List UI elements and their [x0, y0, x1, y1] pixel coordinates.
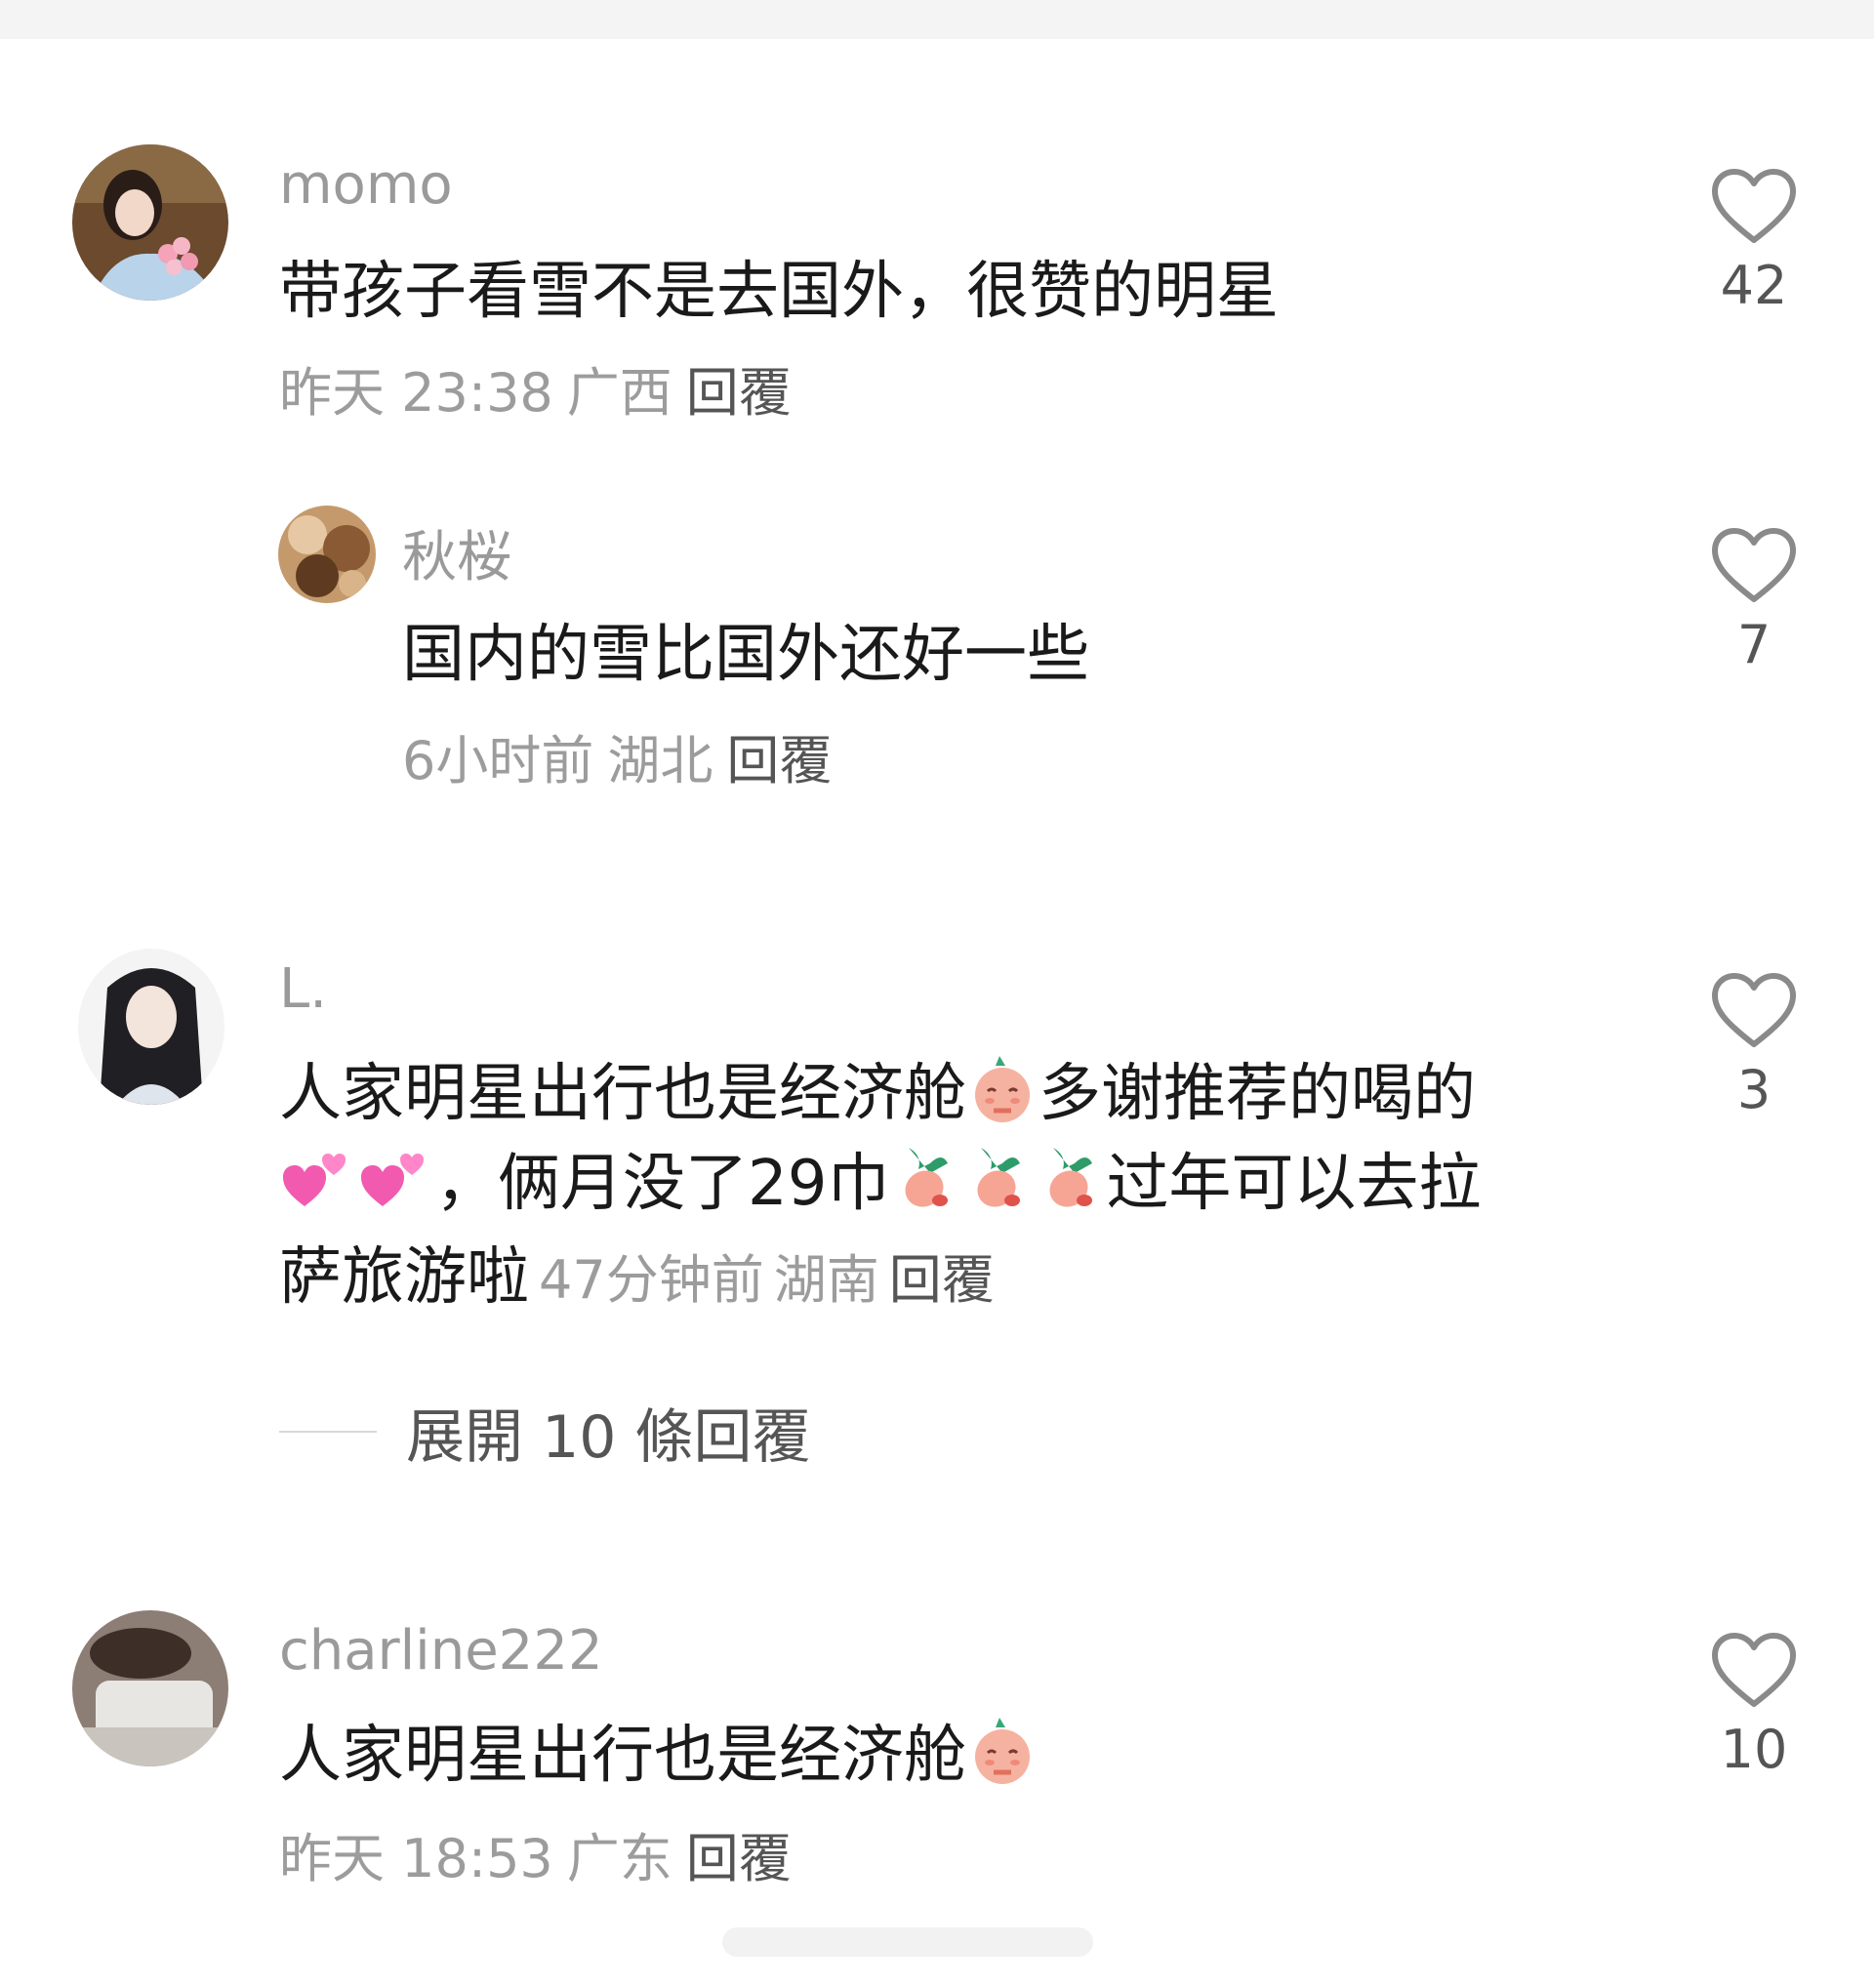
- like-count: 42: [1720, 255, 1788, 316]
- location: 湖南: [773, 1249, 879, 1311]
- timestamp: 47分钟前: [539, 1249, 764, 1311]
- username[interactable]: 秋桜: [402, 531, 511, 586]
- heart-outline-icon: [1712, 1633, 1796, 1707]
- text-segment: 过年可以去拉: [1106, 1148, 1482, 1220]
- text-segment: ，俩月没了29巾: [435, 1148, 890, 1220]
- username[interactable]: charline222: [279, 1624, 603, 1679]
- top-bar: [0, 0, 1874, 39]
- like-button[interactable]: 10: [1700, 1630, 1808, 1776]
- avatar[interactable]: [72, 1610, 228, 1766]
- text-segment: 萨旅游啦: [279, 1241, 529, 1314]
- location: 湖北: [607, 730, 713, 791]
- username[interactable]: L.: [279, 962, 327, 1017]
- like-count: 3: [1736, 1059, 1772, 1120]
- timestamp: 昨天 23:38: [279, 362, 553, 424]
- pink-hearts-emoji: [357, 1142, 435, 1214]
- expand-replies-button[interactable]: 展開 10 條回覆: [279, 1398, 811, 1472]
- comment-meta: 47分钟前 湖南 回覆: [529, 1249, 995, 1311]
- like-button[interactable]: 3: [1700, 970, 1808, 1116]
- radish-emoji: [889, 1142, 961, 1214]
- like-button[interactable]: 7: [1700, 525, 1808, 671]
- comment-text-line2: ，俩月没了29巾 过年可以去拉: [279, 1138, 1481, 1230]
- comment-meta: 昨天 18:53 广东 回覆: [279, 1833, 792, 1886]
- comment-text-line3: 萨旅游啦 47分钟前 湖南 回覆: [279, 1232, 995, 1326]
- heart-outline-icon: [1712, 169, 1796, 243]
- avatar[interactable]: [72, 144, 228, 301]
- watermark: [722, 1918, 1093, 1967]
- praying-radish-emoji: [966, 1714, 1039, 1786]
- timestamp: 昨天 18:53: [279, 1828, 553, 1889]
- comment-meta: 昨天 23:38 广西 回覆: [279, 367, 792, 420]
- location: 广西: [566, 362, 672, 424]
- reply-button[interactable]: 回覆: [686, 1828, 792, 1889]
- avatar[interactable]: [78, 949, 224, 1105]
- divider: [279, 1431, 377, 1433]
- heart-outline-icon: [1712, 973, 1796, 1047]
- username[interactable]: momo: [279, 158, 453, 213]
- text-segment: 多谢推荐的喝的: [1039, 1058, 1476, 1130]
- like-count: 7: [1736, 614, 1772, 675]
- expand-replies-label: 展開 10 條回覆: [406, 1402, 811, 1472]
- pink-hearts-emoji: [279, 1142, 357, 1214]
- like-count: 10: [1720, 1719, 1788, 1780]
- heart-outline-icon: [1712, 528, 1796, 602]
- avatar[interactable]: [278, 506, 376, 603]
- comment-text: 人家明星出行也是经济舱 多谢推荐的喝的: [279, 1048, 1476, 1140]
- radish-emoji: [961, 1142, 1034, 1214]
- timestamp: 6小时前: [402, 730, 594, 791]
- radish-emoji: [1034, 1142, 1106, 1214]
- like-button[interactable]: 42: [1700, 166, 1808, 312]
- reply-button[interactable]: 回覆: [889, 1249, 995, 1311]
- reply-button[interactable]: 回覆: [726, 730, 832, 791]
- location: 广东: [566, 1828, 672, 1889]
- text-segment: 人家明星出行也是经济舱: [279, 1058, 966, 1130]
- comment-text: 人家明星出行也是经济舱: [279, 1710, 1039, 1802]
- praying-radish-emoji: [966, 1052, 1039, 1124]
- text-segment: 人家明星出行也是经济舱: [279, 1720, 966, 1792]
- reply-button[interactable]: 回覆: [686, 362, 792, 424]
- comment-text: 国内的雪比国外还好一些: [402, 619, 1089, 691]
- comment-text: 带孩子看雪不是去国外，很赞的明星: [279, 256, 1279, 328]
- comment-meta: 6小时前 湖北 回覆: [402, 735, 832, 788]
